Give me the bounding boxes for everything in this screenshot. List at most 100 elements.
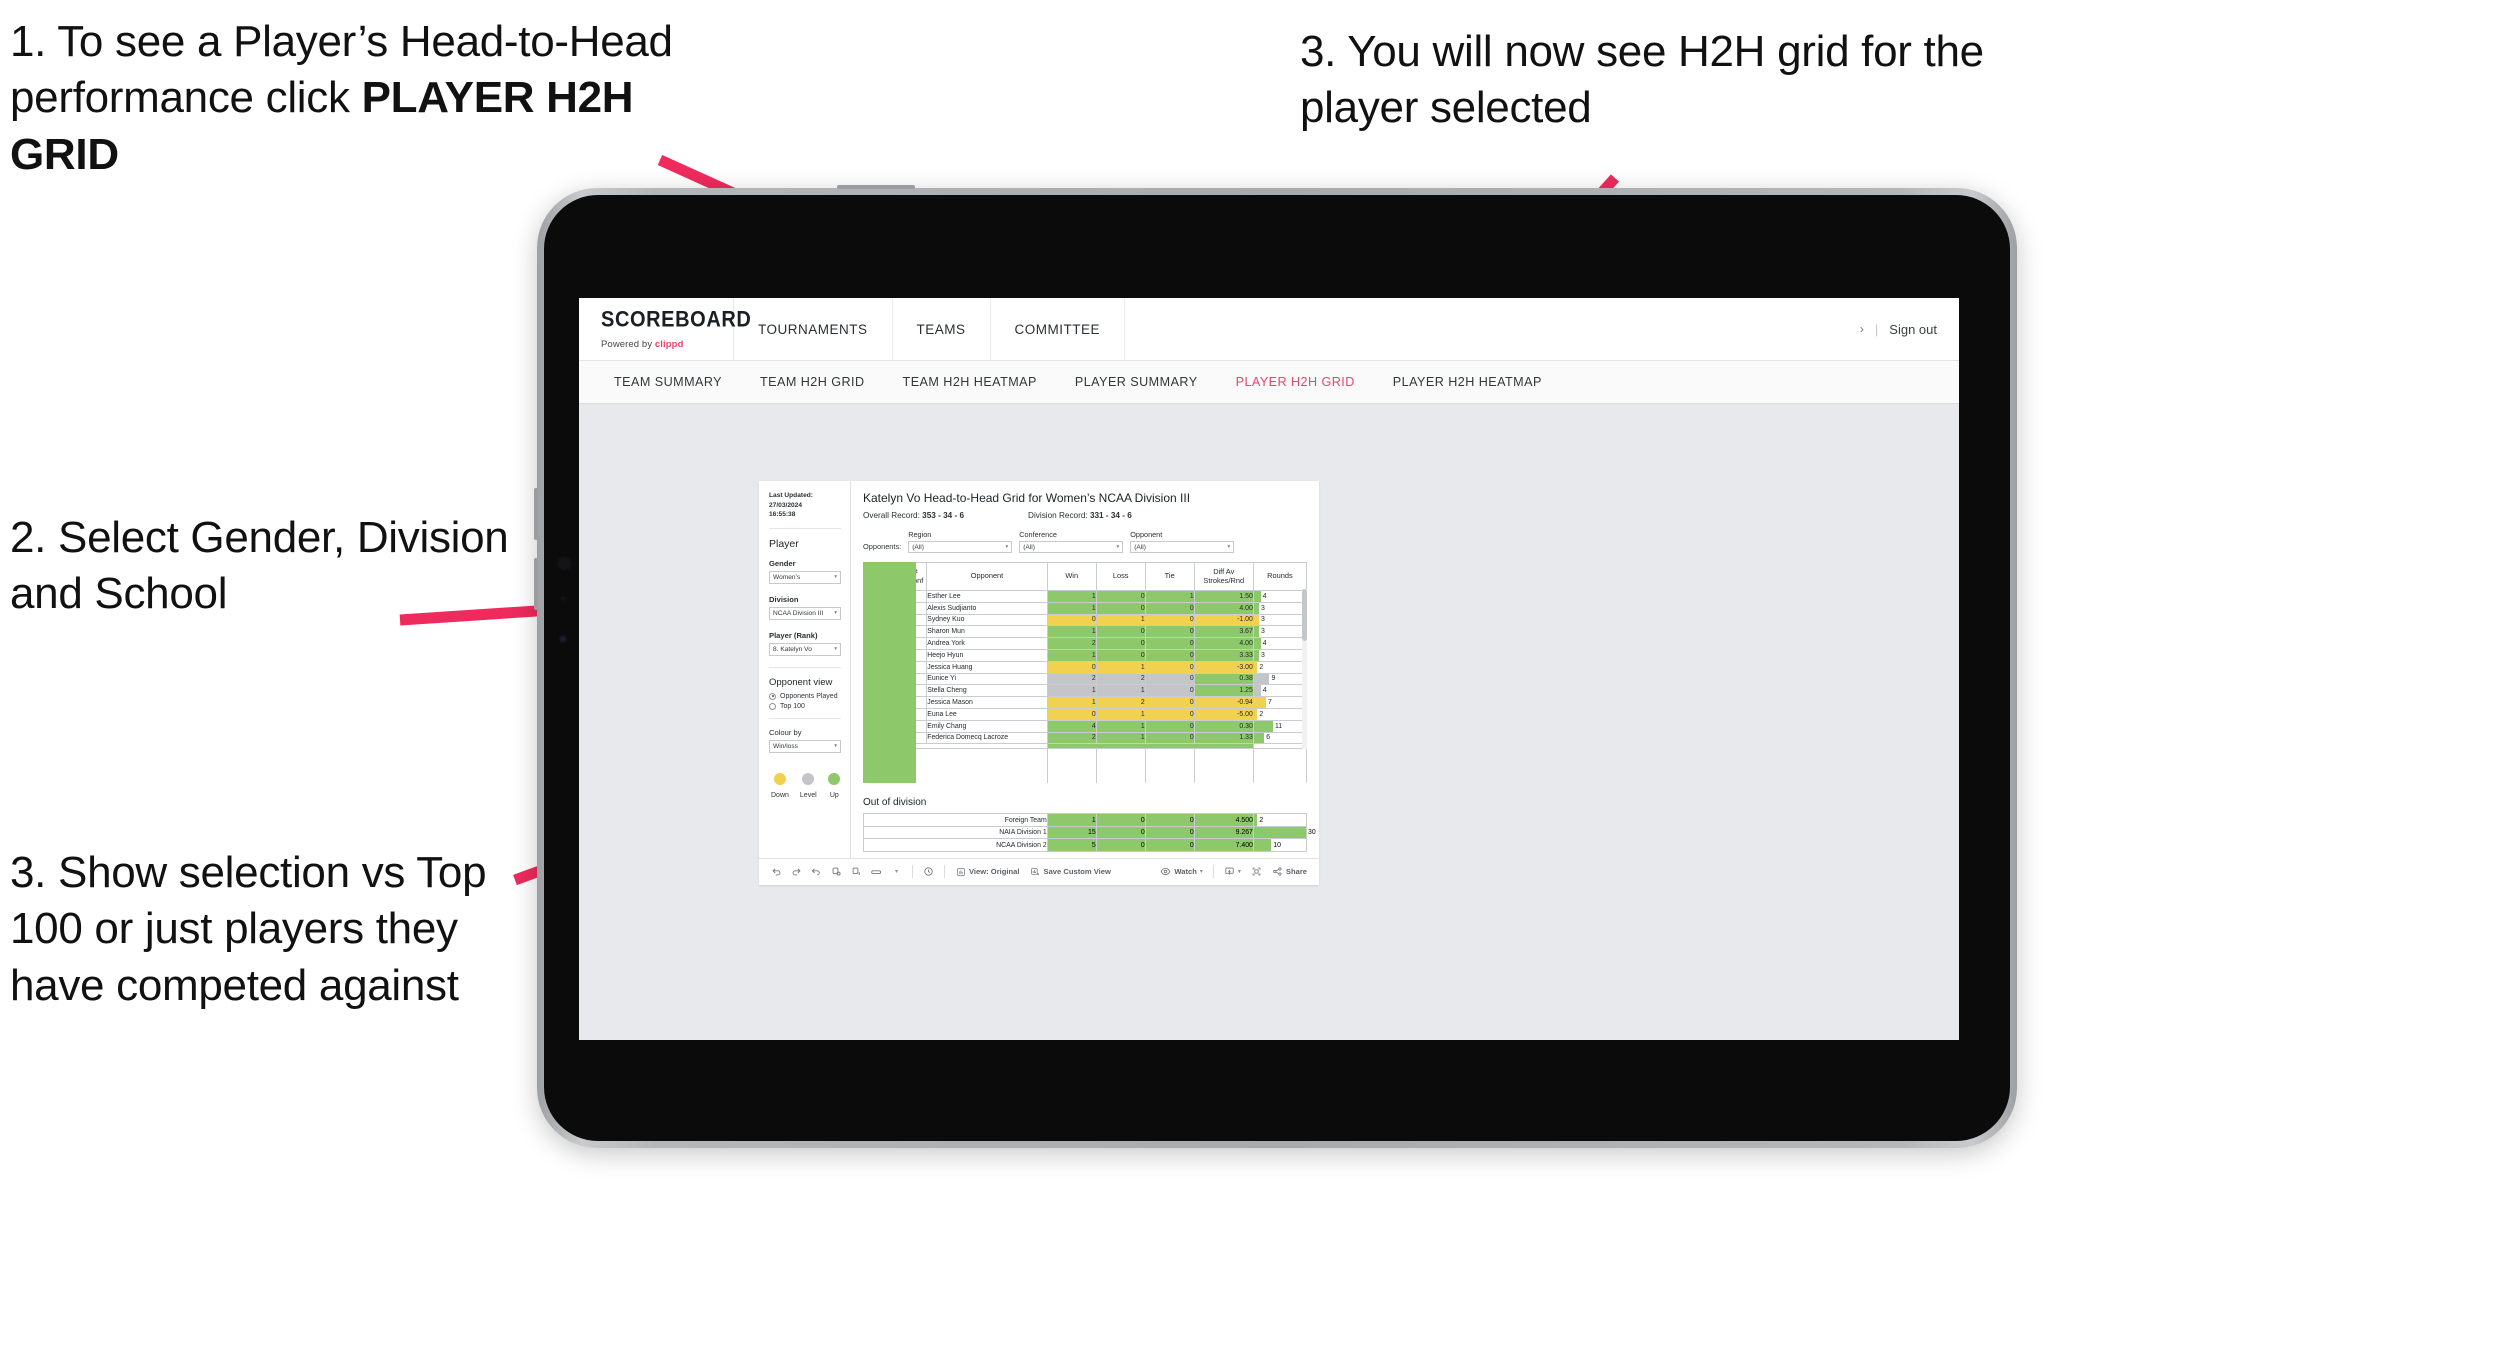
revert-icon[interactable] (811, 866, 822, 877)
table-row[interactable]: 19106Emily Chang4100.3011 (862, 719, 1308, 733)
record-summary: Overall Record: 353 - 34 - 6 Division Re… (863, 511, 1307, 520)
tab-player-h2h-heatmap[interactable]: PLAYER H2H HEATMAP (1374, 375, 1561, 389)
cell-tie: 0 (1144, 672, 1195, 686)
cell-win: 1 (1046, 684, 1097, 698)
legend-down-swatch (773, 772, 786, 785)
tab-team-h2h-grid[interactable]: TEAM H2H GRID (741, 375, 884, 389)
radio-opponents-played[interactable]: Opponents Played (769, 692, 841, 700)
cell-diff: -0.94 (1193, 696, 1254, 709)
division-select[interactable]: NCAA Division III ▾ (769, 606, 841, 620)
nav-tournaments[interactable]: TOURNAMENTS (734, 298, 893, 360)
col-loss[interactable]: Loss (1095, 562, 1146, 591)
col-diff[interactable]: Diff Av Strokes/Rnd (1193, 562, 1254, 591)
divider: | (1874, 321, 1879, 337)
volume-button-up[interactable] (534, 488, 538, 540)
rounds-value: 2 (1259, 710, 1264, 718)
radio-top-100-label: Top 100 (780, 702, 805, 710)
share-button[interactable]: Share (1272, 866, 1307, 877)
save-custom-view-button[interactable]: Save Custom View (1030, 866, 1111, 877)
out-of-division-row[interactable]: NCAA Division 2 5 0 0 7.400 10 (863, 838, 1308, 852)
overall-record: Overall Record: 353 - 34 - 6 (863, 511, 964, 520)
table-scrollbar-thumb[interactable] (1302, 589, 1307, 641)
col-rounds[interactable]: Rounds (1252, 562, 1308, 591)
cell-opponent: Jessica Mason (926, 696, 1048, 709)
cell-diff: 1.50 (1193, 590, 1254, 603)
volume-button-down[interactable] (534, 558, 538, 610)
opponent-view-heading: Opponent view (769, 676, 833, 688)
col-win[interactable]: Win (1046, 562, 1097, 591)
table-row[interactable]: 1311Jessica Huang010-3.002 (862, 660, 1308, 674)
chevron-right-icon[interactable]: › (1860, 322, 1864, 336)
col-tie[interactable]: Tie (1144, 562, 1195, 591)
table-row[interactable]: 331Esther Lee1011.504 (862, 590, 1308, 603)
nav-committee[interactable]: COMMITTEE (991, 298, 1126, 360)
cell-tie: 0 (1144, 601, 1195, 615)
power-button[interactable] (837, 185, 915, 189)
front-camera-icon (556, 555, 573, 572)
table-row[interactable]: 20117Federica Domecq Lacroze2101.336 (862, 731, 1308, 745)
opponent-select[interactable]: (All) ▾ (1130, 541, 1235, 553)
tab-team-h2h-heatmap[interactable]: TEAM H2H HEATMAP (884, 375, 1056, 389)
legend-level: Level (800, 772, 817, 799)
cell-diff: 1.33 (1193, 731, 1254, 745)
table-row[interactable]: 1063Andrea York2004.004 (862, 637, 1308, 650)
cell-rounds: 10 (1252, 838, 1308, 852)
undo-icon[interactable] (771, 866, 782, 877)
sign-out-button[interactable]: Sign out (1889, 322, 1937, 337)
cell-loss: 2 (1095, 672, 1146, 686)
table-row[interactable]: 1125Heejo Hyun1003.333 (862, 648, 1308, 662)
chevron-down-icon: ▾ (834, 743, 837, 750)
download-button[interactable]: ▾ (1224, 866, 1241, 877)
rounds-value: 2 (1259, 816, 1264, 824)
dropdown-caret-icon[interactable]: ▾ (891, 866, 902, 877)
view-original-button[interactable]: View: Original (955, 866, 1020, 877)
cell-group-name: NCAA Division 2 (863, 838, 1048, 852)
col-opponent[interactable]: Opponent (926, 562, 1048, 591)
chevron-down-icon: ▾ (1227, 544, 1231, 550)
rounds-value: 9 (1271, 675, 1276, 683)
gender-select[interactable]: Women’s ▾ (769, 570, 841, 584)
viz-main: Last Updated: 27/03/2024 16:55:38 Player… (759, 481, 1319, 858)
rail-divider-1 (769, 527, 841, 529)
table-scrollbar-track[interactable] (1302, 589, 1307, 749)
out-of-division-row[interactable]: Foreign Team 1 0 0 4.500 2 (863, 813, 1308, 827)
player-rank-select[interactable]: 8. Katelyn Vo ▾ (769, 642, 841, 656)
redo-icon[interactable] (791, 866, 802, 877)
tab-team-summary[interactable]: TEAM SUMMARY (595, 375, 741, 389)
gender-value: Women’s (773, 573, 801, 581)
table-row[interactable]: 914Sharon Mun1003.673 (862, 625, 1308, 639)
filter-conference: Conference (All) ▾ (1019, 530, 1124, 553)
radio-top-100[interactable]: Top 100 (769, 702, 841, 710)
cell-tie: 0 (1144, 684, 1195, 698)
table-row[interactable]: 1474Eunice Yi2200.389 (862, 672, 1308, 686)
player-rank-value: 8. Katelyn Vo (773, 645, 812, 653)
watch-label: Watch (1174, 867, 1197, 877)
region-select[interactable]: (All) ▾ (908, 541, 1013, 553)
nav-teams[interactable]: TEAMS (893, 298, 991, 360)
table-row[interactable]: 1822Euna Lee010-5.002 (862, 707, 1308, 721)
table-row[interactable]: 1691Jessica Mason120-0.947 (862, 696, 1308, 709)
brand-logo[interactable]: SCOREBOARD Powered by clippd (579, 298, 751, 360)
swap-icon[interactable] (871, 866, 882, 877)
table-row[interactable]: 1585Stella Cheng1101.254 (862, 684, 1308, 698)
table-row[interactable]: 613Sydney Kuo010-1.003 (862, 613, 1308, 627)
brand-clippd: clippd (654, 338, 684, 350)
table-row[interactable]: 522Alexis Sudjianto1004.003 (862, 601, 1308, 615)
sensor-icon (560, 595, 567, 602)
cell-tie: 0 (1144, 719, 1195, 733)
cell-opponent: Esther Lee (926, 590, 1048, 603)
cell-loss: 2 (1095, 696, 1146, 709)
cell-tie: 0 (1144, 660, 1195, 674)
pause-icon[interactable] (851, 866, 862, 877)
conference-select[interactable]: (All) ▾ (1019, 541, 1124, 553)
refresh-icon[interactable] (831, 866, 842, 877)
clock-icon[interactable] (923, 866, 934, 877)
fullscreen-icon[interactable] (1251, 866, 1262, 877)
tab-player-h2h-grid[interactable]: PLAYER H2H GRID (1217, 375, 1374, 389)
cell-tie: 0 (1144, 613, 1195, 627)
tab-player-summary[interactable]: PLAYER SUMMARY (1056, 375, 1217, 389)
out-of-division-row[interactable]: NAIA Division 1 15 0 0 9.267 30 (863, 825, 1316, 840)
colour-by-select[interactable]: Win/loss ▾ (769, 739, 841, 753)
cell-rounds: 9 (1252, 672, 1308, 686)
watch-button[interactable]: Watch ▾ (1160, 866, 1203, 877)
